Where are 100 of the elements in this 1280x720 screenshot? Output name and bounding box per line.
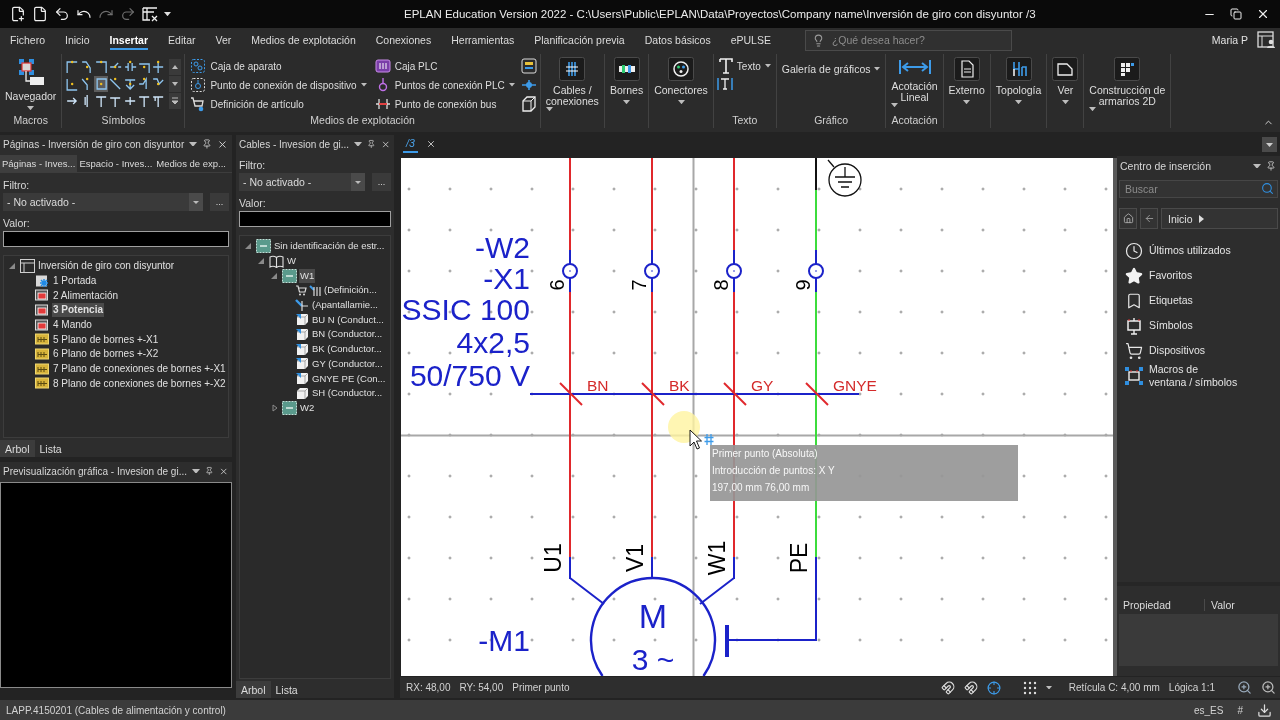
menu-tab[interactable]: Inicio: [55, 28, 100, 52]
tree-item[interactable]: 4 Mando: [52, 318, 93, 333]
view-tab[interactable]: Lista: [270, 681, 303, 698]
panel-tab[interactable]: Páginas - Inves...: [0, 155, 78, 172]
tree-item[interactable]: 1 Portada: [52, 274, 98, 289]
insert-center-item[interactable]: Macros de ventana / símbolos: [1125, 363, 1274, 389]
customize-caret-icon[interactable]: [164, 11, 171, 17]
view-tab[interactable]: Arbol: [0, 440, 35, 457]
tree-item[interactable]: SH (Conductor...: [311, 386, 384, 401]
ribbon-button[interactable]: Caja de aparato: [188, 57, 369, 75]
document-tab[interactable]: /3: [403, 135, 418, 153]
search-field[interactable]: Buscar: [1119, 180, 1278, 198]
panel-menu-icon[interactable]: [1253, 163, 1261, 169]
view-tab[interactable]: Lista: [34, 440, 67, 457]
wiring-symbol-icon[interactable]: [122, 76, 137, 92]
document-icon[interactable]: [32, 6, 48, 22]
wiring-symbol-icon[interactable]: [136, 93, 152, 109]
tree-item[interactable]: GY (Conductor...: [311, 356, 384, 371]
pin-icon[interactable]: [205, 466, 214, 476]
tree-item[interactable]: W2: [299, 400, 316, 415]
more-button[interactable]: ...: [372, 173, 391, 191]
close-icon[interactable]: [217, 138, 228, 150]
search-field[interactable]: ¿Qué desea hacer?: [804, 29, 1012, 51]
zoom-icon[interactable]: [1261, 680, 1276, 695]
filter-dropdown[interactable]: - No activado -: [239, 173, 365, 191]
tree-item[interactable]: GNYE PE (Con...: [311, 371, 387, 386]
tree-item[interactable]: 3 Potencia: [52, 303, 105, 318]
tree-item[interactable]: 5 Plano de bornes +-X1: [52, 332, 160, 347]
close-icon[interactable]: [425, 139, 436, 149]
new-page-icon[interactable]: [10, 6, 26, 22]
tree-item[interactable]: 8 Plano de conexiones de bornes +-X2: [52, 376, 227, 391]
wiring-symbol-icon[interactable]: [65, 76, 80, 92]
menu-tab[interactable]: Conexiones: [365, 28, 442, 52]
expand-gallery-icon[interactable]: [169, 93, 182, 109]
ribbon-button[interactable]: Galería de gráficos: [779, 60, 883, 78]
restore-icon[interactable]: [1230, 8, 1242, 20]
collapse-arrow-icon[interactable]: [8, 262, 18, 271]
ribbon-button[interactable]: Cables / conexiones: [543, 54, 601, 112]
ribbon-button[interactable]: Construcción de armarios 2D: [1087, 54, 1168, 112]
panel-menu-icon[interactable]: [189, 141, 198, 147]
insert-center-item[interactable]: Favoritos: [1125, 263, 1274, 288]
zoom-icon[interactable]: [1237, 680, 1252, 695]
value-input[interactable]: [3, 231, 229, 247]
ribbon-button[interactable]: Punto de conexión de dispositivo: [188, 76, 369, 94]
value-input[interactable]: [239, 211, 391, 227]
wiring-symbol-icon[interactable]: [65, 59, 80, 75]
menu-tab[interactable]: Fichero: [0, 28, 55, 52]
close-icon[interactable]: [1256, 7, 1270, 21]
view-tab[interactable]: Arbol: [236, 681, 271, 698]
tab-list-icon[interactable]: [1262, 136, 1277, 152]
tree-item[interactable]: 6 Plano de bornes +-X2: [52, 347, 160, 362]
more-button[interactable]: ...: [210, 193, 229, 211]
ribbon-button[interactable]: Topología: [993, 54, 1044, 105]
wiring-symbol-icon[interactable]: [151, 59, 166, 75]
tree-item[interactable]: BN (Conductor...: [311, 327, 384, 342]
tree-item[interactable]: BU N (Conduct...: [311, 312, 385, 327]
grid-delete-icon[interactable]: [142, 6, 158, 22]
home-button[interactable]: [1119, 208, 1137, 229]
tree-item[interactable]: (Definición...: [323, 283, 378, 298]
expand-arrow-icon[interactable]: [270, 403, 280, 412]
ribbon-button[interactable]: Texto: [716, 57, 773, 75]
filter-dropdown[interactable]: - No activado -: [3, 193, 203, 211]
ribbon-button[interactable]: Bornes: [607, 54, 646, 105]
scroll-down-icon[interactable]: [169, 76, 182, 92]
magnet-icon[interactable]: [940, 680, 955, 695]
user-name[interactable]: Maria P: [1211, 34, 1248, 46]
tree-item[interactable]: BK (Conductor...: [311, 342, 383, 357]
download-icon[interactable]: [1257, 702, 1272, 718]
tree-item[interactable]: W1: [299, 268, 316, 283]
ribbon-button[interactable]: Punto de conexión bus: [372, 95, 517, 113]
pin-icon[interactable]: [202, 139, 213, 149]
menu-tab[interactable]: Ver: [205, 28, 242, 52]
menu-tab[interactable]: Medios de explotación: [241, 28, 366, 52]
ribbon-button[interactable]: Conectores: [652, 54, 710, 105]
tree-item[interactable]: W: [286, 254, 297, 269]
grid-dots-icon[interactable]: [1022, 680, 1037, 695]
wiring-symbol-icon[interactable]: [93, 93, 109, 109]
magnet-icon[interactable]: [963, 680, 978, 695]
ribbon-button[interactable]: Puntos de conexión PLC: [372, 76, 517, 94]
back-button[interactable]: [1140, 208, 1158, 229]
panel-tab[interactable]: Medios de exp...: [154, 155, 228, 172]
collapse-arrow-icon[interactable]: [270, 271, 280, 280]
wiring-symbol-icon[interactable]: [108, 76, 123, 92]
ribbon-button[interactable]: Acotación Lineal: [889, 54, 940, 108]
ribbon-button[interactable]: Ver: [1050, 54, 1081, 105]
tree-item[interactable]: Sin identificación de estr...: [273, 239, 386, 254]
snap-crosshair-icon[interactable]: [986, 680, 1001, 695]
plc-card-icon[interactable]: [520, 58, 537, 74]
menu-tab[interactable]: ePULSE: [720, 28, 781, 52]
pin-icon[interactable]: [1266, 161, 1276, 171]
text-frame-icon[interactable]: [716, 76, 733, 92]
pin-icon[interactable]: [367, 139, 376, 149]
insert-center-item[interactable]: Etiquetas: [1125, 288, 1274, 313]
insert-center-item[interactable]: Últimos utilizados: [1125, 238, 1274, 263]
menu-tab[interactable]: Planificación previa: [524, 28, 635, 52]
tree-item[interactable]: 2 Alimentación: [52, 288, 120, 303]
collapse-arrow-icon[interactable]: [244, 242, 254, 251]
tree-item[interactable]: 7 Plano de conexiones de bornes +-X1: [52, 362, 227, 377]
collapse-arrow-icon[interactable]: [257, 257, 267, 266]
tree-item[interactable]: Inversión de giro con disyuntor: [37, 259, 176, 274]
